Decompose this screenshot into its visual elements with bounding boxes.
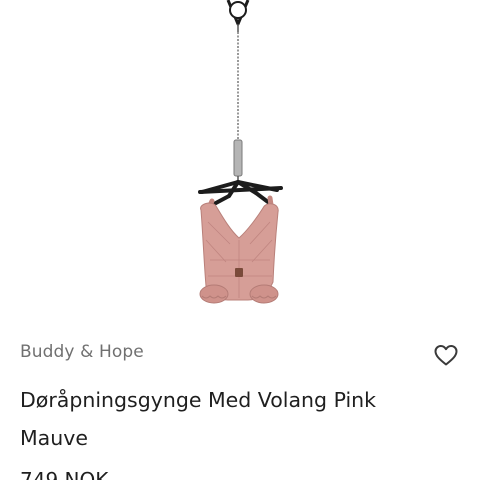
swing-seat [199, 202, 279, 304]
favorite-button[interactable] [433, 343, 459, 367]
product-page: Buddy & Hope Døråpningsgynge Med Volang … [0, 0, 480, 480]
hanger-hook [226, 0, 250, 32]
product-price: 749 NOK [20, 468, 109, 480]
product-image[interactable] [0, 0, 480, 330]
heart-outline-icon [434, 345, 458, 366]
spring [233, 139, 243, 177]
product-title: Døråpningsgynge Med Volang Pink Mauve [20, 388, 377, 450]
brand-name[interactable]: Buddy & Hope [20, 342, 144, 362]
